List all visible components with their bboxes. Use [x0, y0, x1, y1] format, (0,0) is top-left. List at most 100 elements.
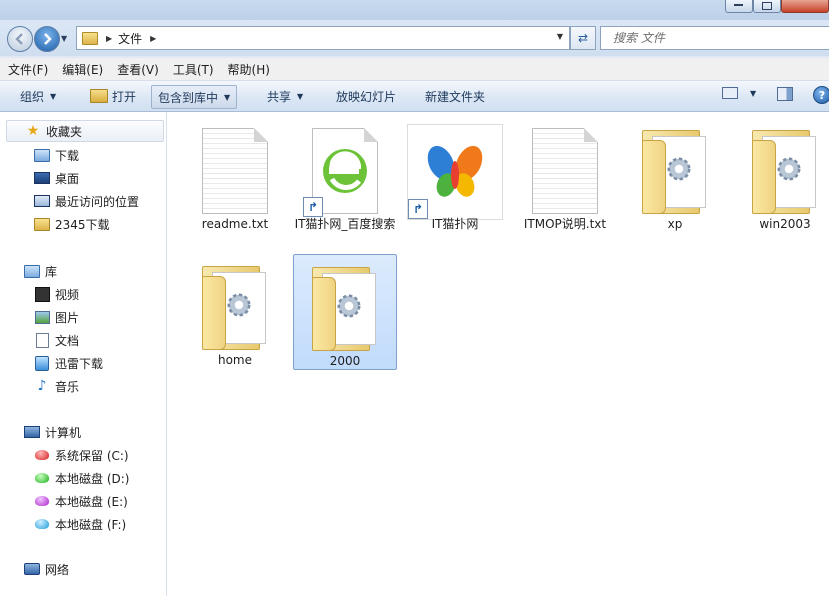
nav-item-label: 2345下载	[55, 217, 110, 232]
computer-icon	[24, 426, 40, 438]
maximize-icon	[762, 2, 772, 10]
arrow-right-icon	[44, 33, 52, 45]
recent-pages-dropdown[interactable]: ▼	[61, 34, 67, 43]
nav-network-label: 网络	[45, 562, 70, 577]
folder-icon	[82, 31, 98, 45]
nav-item-label: 图片	[55, 310, 80, 325]
nav-item-label: 视频	[55, 287, 80, 302]
address-dropdown-icon[interactable]: ▼	[557, 32, 563, 41]
search-input[interactable]	[611, 30, 815, 46]
nav-item-desktop[interactable]: 桌面	[34, 167, 79, 189]
file-list: readme.txt ↱ IT猫扑网_百度搜索 ↱ IT猫扑网 ITMOP说明.…	[167, 112, 829, 596]
file-name: win2003	[759, 217, 811, 231]
explorer-window: ▼ ▶ 文件 ▶ ▼ ⇄ 文件(F) 编辑(E) 查看(V) 工具(T) 帮助(…	[0, 0, 829, 596]
folder-gear-icon	[312, 261, 378, 351]
picture-icon	[34, 310, 50, 324]
include-in-library-label: 包含到库中	[158, 90, 219, 105]
new-folder-label: 新建文件夹	[425, 89, 486, 104]
nav-item-documents[interactable]: 文档	[34, 329, 79, 351]
open-button[interactable]: 打开	[84, 85, 142, 107]
nav-item-drive-f[interactable]: 本地磁盘 (F:)	[34, 513, 126, 535]
menu-help[interactable]: 帮助(H)	[220, 61, 276, 78]
file-name: IT猫扑网	[431, 217, 479, 231]
menu-bar: 文件(F) 编辑(E) 查看(V) 工具(T) 帮助(H)	[0, 58, 829, 81]
nav-libraries[interactable]: 库	[24, 260, 57, 282]
file-name: readme.txt	[201, 217, 269, 231]
nav-item-xunlei-downloads[interactable]: 迅雷下载	[34, 352, 103, 374]
nav-item-recent-places[interactable]: 最近访问的位置	[34, 190, 139, 212]
nav-network[interactable]: 网络	[24, 558, 69, 580]
change-view-button[interactable]: ▼	[722, 87, 756, 99]
minimize-button[interactable]	[725, 0, 753, 13]
menu-view[interactable]: 查看(V)	[109, 61, 165, 78]
msn-butterfly-icon: ↱	[407, 124, 503, 220]
breadcrumb-chevron-icon[interactable]: ▶	[150, 34, 156, 43]
nav-item-drive-e[interactable]: 本地磁盘 (E:)	[34, 490, 128, 512]
address-row: ▼ ▶ 文件 ▶ ▼ ⇄	[0, 20, 829, 56]
nav-computer[interactable]: 计算机	[24, 421, 81, 443]
nav-item-2345-downloads[interactable]: 2345下载	[34, 213, 110, 235]
network-icon	[24, 563, 40, 575]
folder-gear-icon	[752, 124, 818, 214]
drive-icon	[35, 473, 49, 483]
nav-item-label: 系统保留 (C:)	[55, 448, 129, 463]
document-icon	[35, 332, 49, 348]
ie-shortcut-icon: ↱	[303, 128, 378, 217]
nav-item-label: 最近访问的位置	[55, 194, 140, 209]
menu-file[interactable]: 文件(F)	[0, 61, 54, 78]
share-button[interactable]: 共享 ▼	[261, 85, 309, 107]
nav-item-music[interactable]: ♪ 音乐	[34, 375, 79, 397]
refresh-icon: ⇄	[577, 31, 589, 45]
folder-item-win2003[interactable]: win2003	[733, 118, 829, 234]
nav-item-label: 桌面	[55, 171, 80, 186]
star-icon: ★	[26, 123, 40, 139]
slideshow-button[interactable]: 放映幻灯片	[330, 85, 402, 107]
preview-pane-icon[interactable]	[777, 87, 793, 101]
forward-button[interactable]	[34, 26, 60, 52]
refresh-button[interactable]: ⇄	[570, 26, 596, 50]
menu-tools[interactable]: 工具(T)	[165, 61, 220, 78]
file-item-readme[interactable]: readme.txt	[183, 118, 287, 234]
command-bar: 组织 ▼ 打开 包含到库中 ▼ 共享 ▼ 放映幻灯片 新建文件夹 ▼ ?	[0, 81, 829, 112]
close-button[interactable]	[781, 0, 829, 13]
address-bar[interactable]: ▶ 文件 ▶ ▼	[76, 26, 570, 50]
menu-edit[interactable]: 编辑(E)	[54, 61, 109, 78]
folder-gear-icon	[642, 124, 708, 214]
include-in-library-button[interactable]: 包含到库中 ▼	[151, 85, 238, 109]
nav-item-drive-c[interactable]: 系统保留 (C:)	[34, 444, 129, 466]
nav-favorites[interactable]: ★ 收藏夹	[6, 120, 164, 142]
organize-button[interactable]: 组织 ▼	[14, 85, 62, 107]
nav-item-label: 本地磁盘 (E:)	[55, 494, 128, 509]
maximize-button[interactable]	[753, 0, 781, 13]
breadcrumb-separator-icon[interactable]: ▶	[106, 34, 112, 43]
file-name: IT猫扑网_百度搜索	[294, 217, 396, 231]
nav-item-pictures[interactable]: 图片	[34, 306, 79, 328]
breadcrumb-folder[interactable]: 文件	[118, 30, 142, 47]
folder-icon	[34, 217, 50, 231]
recent-places-icon	[34, 195, 50, 207]
folder-item-home[interactable]: home	[183, 254, 287, 370]
chevron-down-icon: ▼	[750, 88, 757, 98]
text-file-icon	[202, 128, 268, 214]
new-folder-button[interactable]: 新建文件夹	[419, 85, 491, 107]
nav-libraries-label: 库	[45, 264, 58, 279]
downloads-folder-icon	[34, 148, 50, 162]
nav-item-downloads[interactable]: 下载	[34, 144, 79, 166]
library-icon	[24, 264, 40, 278]
help-icon[interactable]: ?	[813, 86, 829, 104]
file-item-msn-shortcut[interactable]: ↱ IT猫扑网	[403, 118, 507, 234]
folder-item-xp[interactable]: xp	[623, 118, 727, 234]
file-item-ie-shortcut[interactable]: ↱ IT猫扑网_百度搜索	[293, 118, 397, 234]
file-item-itmop-txt[interactable]: ITMOP说明.txt	[513, 118, 617, 234]
file-name: 2000	[329, 354, 361, 368]
file-name: home	[217, 353, 253, 367]
nav-item-drive-d[interactable]: 本地磁盘 (D:)	[34, 467, 129, 489]
search-box[interactable]	[600, 26, 829, 50]
folder-item-2000[interactable]: 2000	[293, 254, 397, 370]
folder-gear-icon	[202, 260, 268, 350]
nav-item-videos[interactable]: 视频	[34, 283, 79, 305]
file-name: xp	[667, 217, 683, 231]
chevron-down-icon: ▼	[224, 92, 231, 102]
chevron-down-icon: ▼	[50, 91, 57, 101]
back-button[interactable]	[7, 26, 33, 52]
